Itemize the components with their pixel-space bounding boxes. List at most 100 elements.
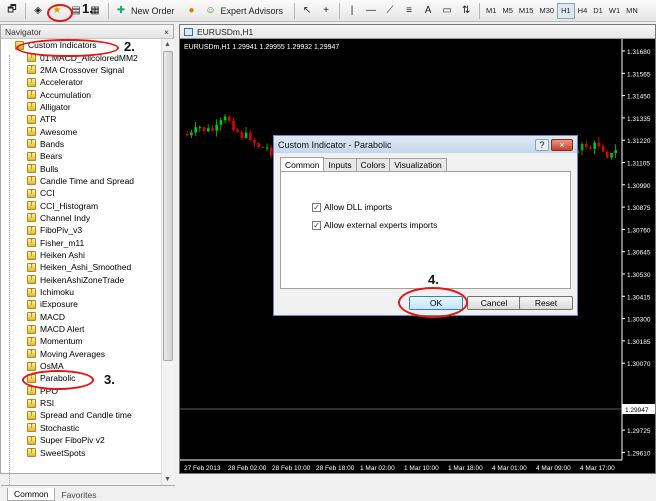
vertical-line-icon: | <box>350 5 354 16</box>
time-tick-label: 28 Feb 10:00 <box>272 465 311 472</box>
time-tick-label: 1 Mar 18:00 <box>448 465 483 472</box>
channel-tool[interactable]: ≡ <box>400 2 418 19</box>
indicator-item[interactable]: f Bands <box>1 138 161 150</box>
indicator-icon: f <box>27 324 36 334</box>
indicator-item[interactable]: f Accumulation <box>1 88 161 100</box>
indicator-item[interactable]: f Momentum <box>1 335 161 347</box>
indicator-item[interactable]: f iExposure <box>1 298 161 310</box>
indicator-item[interactable]: f Super FiboPiv v2 <box>1 434 161 446</box>
text-tool[interactable]: A <box>419 2 437 19</box>
indicator-item[interactable]: f Candle Time and Spread <box>1 175 161 187</box>
indicator-item[interactable]: f MACD Alert <box>1 323 161 335</box>
indicator-item[interactable]: f CCI_Histogram <box>1 199 161 211</box>
price-tick-label: 1.29725 <box>627 428 651 435</box>
cursor-tool[interactable]: ↖ <box>298 2 316 19</box>
cancel-button[interactable]: Cancel <box>467 296 521 310</box>
indicator-item[interactable]: f FiboPiv_v3 <box>1 224 161 236</box>
candle-body <box>597 142 601 147</box>
indicator-item[interactable]: f RSI <box>1 397 161 409</box>
indicator-label: Bulls <box>40 163 59 174</box>
indicator-item[interactable]: f ATR <box>1 113 161 125</box>
new-chart-button[interactable]: 🗗 <box>3 2 21 19</box>
indicator-label: Accelerator <box>40 77 83 88</box>
time-tick-label: 28 Feb 02:00 <box>228 465 267 472</box>
allow-dll-checkbox[interactable]: ✓ Allow DLL imports <box>312 202 392 212</box>
candle-body <box>249 132 252 141</box>
indicator-label: Accumulation <box>40 89 92 100</box>
trendline-tool[interactable]: ⟋ <box>381 2 399 19</box>
indicator-item[interactable]: f Bulls <box>1 162 161 174</box>
indicator-label: Spread and Candle time <box>40 410 132 421</box>
tab-inputs[interactable]: Inputs <box>323 158 357 171</box>
indicator-label: Stochastic <box>40 422 80 433</box>
timeframe-m30[interactable]: M30 <box>536 3 557 19</box>
candle-body <box>593 142 596 149</box>
timeframe-m1[interactable]: M1 <box>483 3 499 19</box>
navigator-panel: Navigator × Custom Indicators f 01.MACD_A… <box>0 24 175 501</box>
crosshair-icon: + <box>323 5 329 16</box>
timeframe-h4[interactable]: H4 <box>575 3 591 19</box>
help-button[interactable]: ? <box>535 138 549 151</box>
timeframe-m5[interactable]: M5 <box>499 3 515 19</box>
indicator-item[interactable]: f SweetSpots <box>1 446 161 458</box>
indicator-label: 2MA Crossover Signal <box>40 64 125 75</box>
vertical-line-tool[interactable]: | <box>343 2 361 19</box>
tab-favorites[interactable]: Favorites <box>55 488 102 501</box>
indicator-label: Fisher_m11 <box>40 237 85 248</box>
allow-external-label: Allow external experts imports <box>324 220 438 230</box>
indicator-item[interactable]: f 2MA Crossover Signal <box>1 64 161 76</box>
close-button[interactable]: × <box>551 138 573 151</box>
crosshair-tool[interactable]: + <box>317 2 335 19</box>
timeframe-d1[interactable]: D1 <box>590 3 606 19</box>
indicator-item[interactable]: f CCI <box>1 187 161 199</box>
navigator-close-icon[interactable]: × <box>164 27 169 37</box>
indicator-item[interactable]: f Channel Indy <box>1 212 161 224</box>
tab-visualization[interactable]: Visualization <box>389 158 447 171</box>
indicator-item[interactable]: f Ichimoku <box>1 286 161 298</box>
timeframe-h1[interactable]: H1 <box>557 2 575 19</box>
price-tick-label: 1.31105 <box>627 161 650 168</box>
candle-body <box>236 129 239 133</box>
navigator-scrollbar[interactable]: ▲ ▼ <box>161 39 174 485</box>
indicator-item[interactable]: f Alligator <box>1 101 161 113</box>
indicator-icon: f <box>27 238 36 248</box>
market-watch-button[interactable]: ◈ <box>29 2 47 19</box>
indicator-item[interactable]: f Bears <box>1 150 161 162</box>
indicator-item[interactable]: f HeikenAshiZoneTrade <box>1 274 161 286</box>
timeframe-w1[interactable]: W1 <box>606 3 623 19</box>
indicator-item[interactable]: f Stochastic <box>1 422 161 434</box>
horizontal-line-tool[interactable]: — <box>362 2 380 19</box>
reset-button[interactable]: Reset <box>519 296 573 310</box>
indicator-item[interactable]: f OsMA <box>1 360 161 372</box>
indicator-item[interactable]: f Moving Averages <box>1 348 161 360</box>
candle-body <box>614 150 617 154</box>
new-order-button[interactable]: ✚ New Order <box>112 2 182 19</box>
dialog-titlebar[interactable]: Custom Indicator - Parabolic ? × <box>274 136 577 153</box>
indicator-item[interactable]: f Spread and Candle time <box>1 409 161 421</box>
indicator-icon: f <box>27 250 36 260</box>
highlight-circle-parabolic <box>22 370 94 390</box>
label-tool[interactable]: ▭ <box>438 2 456 19</box>
indicator-item[interactable]: f Fisher_m11 <box>1 237 161 249</box>
indicator-item[interactable]: f Heiken Ashi <box>1 249 161 261</box>
timeframe-mn[interactable]: MN <box>623 3 641 19</box>
timeframe-m15[interactable]: M15 <box>516 3 537 19</box>
indicator-icon: f <box>27 448 36 458</box>
tab-colors[interactable]: Colors <box>355 158 391 171</box>
arrows-tool[interactable]: ⇅ <box>457 2 475 19</box>
indicator-item[interactable]: f Accelerator <box>1 76 161 88</box>
scroll-up-icon[interactable]: ▲ <box>164 41 171 48</box>
tab-common[interactable]: Common <box>280 157 325 171</box>
metaeditor-button[interactable]: ● <box>183 2 201 19</box>
price-tick-label: 1.30300 <box>627 317 651 324</box>
scrollbar-thumb[interactable] <box>163 51 173 361</box>
chart-tab[interactable]: EURUSDm,H1 <box>180 25 655 39</box>
indicator-item[interactable]: f MACD <box>1 311 161 323</box>
allow-external-checkbox[interactable]: ✓ Allow external experts imports <box>312 220 437 230</box>
indicator-item[interactable]: f Awesome <box>1 125 161 137</box>
expert-advisors-button[interactable]: ☺ Expert Advisors <box>202 2 291 19</box>
price-tick-label: 1.30415 <box>627 294 651 301</box>
indicator-label: MACD <box>40 311 66 322</box>
indicator-item[interactable]: f Heiken_Ashi_Smoothed <box>1 261 161 273</box>
tab-common[interactable]: Common <box>7 488 56 501</box>
